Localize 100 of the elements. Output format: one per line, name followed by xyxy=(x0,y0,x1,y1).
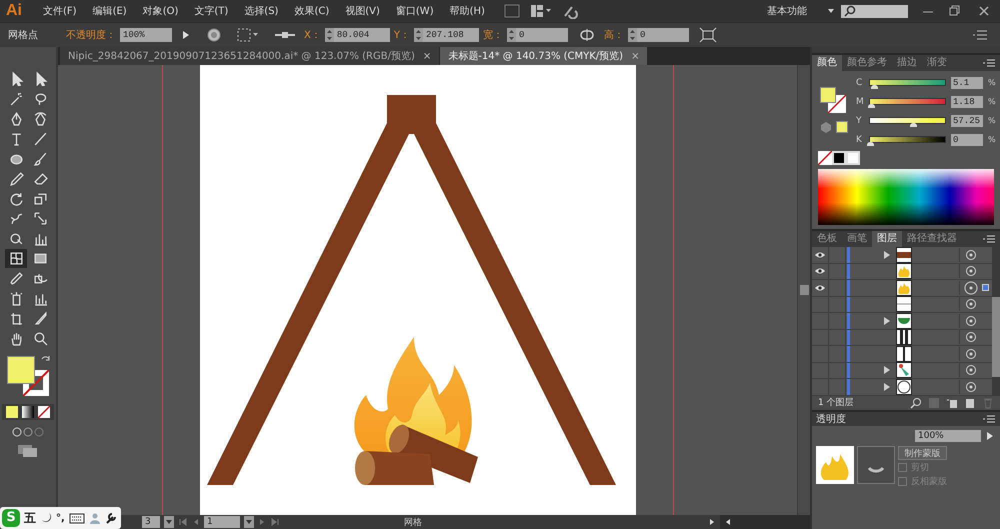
zoom-field[interactable]: 3 xyxy=(142,516,160,528)
tab-close-button[interactable]: × xyxy=(631,50,640,62)
last-page-icon[interactable] xyxy=(270,517,280,527)
panel-tab[interactable]: 路径查找器 xyxy=(902,231,962,247)
make-mask-button[interactable]: 制作蒙版 xyxy=(898,446,947,460)
tab-close-button[interactable]: × xyxy=(422,50,432,62)
channel-value-field[interactable]: 0 xyxy=(951,134,983,146)
height-field[interactable]: 0 xyxy=(636,28,689,42)
menu-item[interactable]: 视图(V) xyxy=(338,4,387,18)
next-page-icon[interactable] xyxy=(258,518,266,526)
first-page-icon[interactable] xyxy=(178,517,188,527)
workspace-switcher[interactable]: 基本功能 xyxy=(767,4,807,18)
layer-row[interactable] xyxy=(812,346,992,362)
channel-value-field[interactable]: 1.18 xyxy=(951,96,983,108)
slider-thumb[interactable] xyxy=(868,104,875,108)
scroll-left-icon[interactable] xyxy=(724,518,732,526)
layer-row[interactable] xyxy=(812,264,992,280)
spinner-icon[interactable] xyxy=(324,28,334,42)
play-arrow-icon[interactable] xyxy=(708,518,716,526)
moon-icon[interactable] xyxy=(40,512,52,524)
fill-swatch[interactable] xyxy=(820,87,836,103)
panel-menu-icon[interactable] xyxy=(982,234,996,244)
eye-icon[interactable] xyxy=(814,267,826,276)
panel-tab[interactable]: 颜色 xyxy=(812,55,842,71)
new-layer-icon[interactable] xyxy=(964,396,976,408)
dropdown-button[interactable] xyxy=(244,516,254,528)
panel-menu-icon[interactable] xyxy=(972,29,988,41)
document-tab[interactable]: 未标题-14* @ 140.73% (CMYK/预览) × xyxy=(440,47,648,65)
panel-menu-icon[interactable] xyxy=(982,414,996,424)
panel-tab[interactable]: 描边 xyxy=(892,55,922,71)
panel-tab[interactable]: 渐变 xyxy=(922,55,952,71)
document-tab[interactable]: Nipic_29842067_20190907123651284000.ai* @ 123.07% (RGB/预览) × xyxy=(60,47,440,65)
arrange-icon[interactable] xyxy=(530,4,552,18)
panel-tab[interactable]: 色板 xyxy=(812,231,842,247)
spinner-icon[interactable] xyxy=(628,28,637,42)
opacity-field[interactable]: 100% xyxy=(120,28,172,42)
search-icon[interactable] xyxy=(910,396,922,408)
menu-item[interactable]: 选择(S) xyxy=(237,4,286,18)
menu-item[interactable]: 文字(T) xyxy=(187,4,236,18)
menu-item[interactable]: 效果(C) xyxy=(287,4,336,18)
panel-tab[interactable]: 图层 xyxy=(872,231,902,247)
none-swatch[interactable] xyxy=(818,151,832,165)
channel-value-field[interactable]: 5.1 xyxy=(951,76,983,88)
spinner-icon[interactable] xyxy=(506,28,516,42)
layer-row[interactable] xyxy=(812,362,992,379)
channel-slider[interactable] xyxy=(869,117,946,124)
reference-point-icon[interactable] xyxy=(236,27,260,43)
menu-item[interactable]: 帮助(H) xyxy=(442,4,492,18)
checkbox[interactable] xyxy=(898,476,907,486)
layer-row[interactable] xyxy=(812,330,992,346)
vertical-scrollbar[interactable] xyxy=(797,65,810,515)
color-mode-button[interactable] xyxy=(6,406,18,418)
spinner-icon[interactable] xyxy=(414,28,423,42)
link-icon[interactable] xyxy=(578,27,596,43)
channel-slider[interactable] xyxy=(869,98,946,105)
layer-row[interactable] xyxy=(812,296,992,313)
new-sublayer-icon[interactable] xyxy=(946,396,958,408)
layer-row[interactable] xyxy=(812,280,992,296)
layers-scrollbar[interactable] xyxy=(992,247,1000,396)
slider-thumb[interactable] xyxy=(867,142,874,146)
screen-mode-icon[interactable] xyxy=(17,444,39,458)
checkbox[interactable] xyxy=(898,462,907,472)
clipping-mask-icon[interactable] xyxy=(928,396,940,408)
none-mode-button[interactable] xyxy=(38,406,50,418)
panel-title[interactable]: 透明度 xyxy=(816,412,846,426)
y-field[interactable]: 207.108 xyxy=(422,28,479,42)
channel-slider[interactable] xyxy=(869,79,946,86)
eye-icon[interactable] xyxy=(814,284,826,292)
horizontal-scrollbar[interactable] xyxy=(720,515,810,529)
input-mode-label[interactable]: 五 xyxy=(24,510,36,526)
draw-mode-icon[interactable] xyxy=(11,426,45,438)
slider-thumb[interactable] xyxy=(910,123,917,127)
panel-tab[interactable]: 颜色参考 xyxy=(842,55,892,71)
layer-row[interactable] xyxy=(812,313,992,330)
search-field[interactable] xyxy=(841,4,908,18)
expand-triangle-icon[interactable] xyxy=(884,250,890,259)
opacity-label[interactable]: 不透明度： xyxy=(66,28,116,42)
channel-value-field[interactable]: 57.25 xyxy=(951,114,983,126)
expand-triangle-icon[interactable] xyxy=(884,366,890,374)
globe-icon[interactable] xyxy=(206,27,222,43)
dropdown-caret-icon[interactable] xyxy=(827,7,835,15)
gradient-mode-button[interactable] xyxy=(22,406,34,418)
menu-item[interactable]: 编辑(E) xyxy=(86,4,134,18)
punctuation-label[interactable]: °, xyxy=(56,512,65,524)
x-field[interactable]: 80.004 xyxy=(334,28,390,42)
bridge-icon[interactable] xyxy=(504,4,520,18)
fill-swatch[interactable] xyxy=(7,356,35,384)
opacity-field[interactable]: 100% xyxy=(915,430,981,442)
menu-item[interactable]: 窗口(W) xyxy=(388,4,441,18)
panel-tab[interactable]: 画笔 xyxy=(842,231,872,247)
panel-menu-icon[interactable] xyxy=(982,58,996,68)
color-spectrum[interactable] xyxy=(818,169,994,225)
expand-triangle-icon[interactable] xyxy=(884,382,890,391)
wrench-icon[interactable] xyxy=(104,512,117,524)
menu-item[interactable]: 对象(O) xyxy=(136,4,186,18)
eye-icon[interactable] xyxy=(814,250,826,259)
layer-row[interactable] xyxy=(812,247,992,264)
menu-item[interactable]: 文件(F) xyxy=(36,4,84,18)
transform-icon[interactable] xyxy=(698,27,717,43)
width-field[interactable]: 0 xyxy=(516,28,568,42)
